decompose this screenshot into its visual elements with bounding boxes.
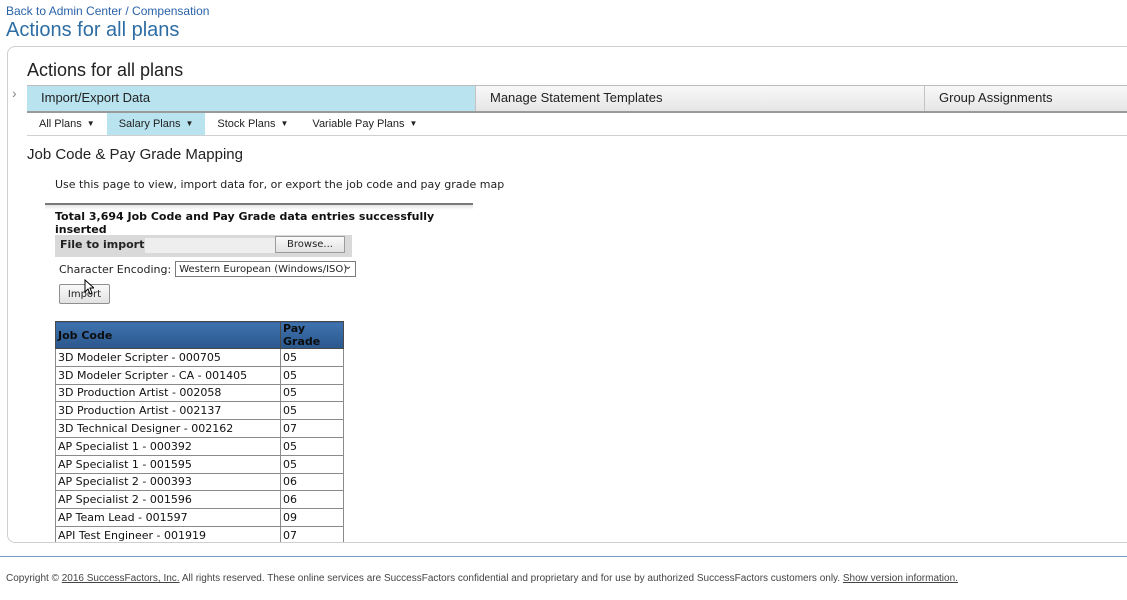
encoding-select[interactable]: Western European (Windows/ISO) ⌄	[175, 261, 357, 277]
pay-grade-cell: 05	[280, 383, 344, 403]
success-message: Total 3,694 Job Code and Pay Grade data …	[45, 203, 473, 236]
encoding-value: Western European (Windows/ISO)	[179, 263, 348, 275]
chevron-right-icon[interactable]: ›	[12, 85, 17, 101]
table-row[interactable]: AP Specialist 1 - 000392 05	[55, 436, 344, 456]
subnav-variable-pay-plans[interactable]: Variable Pay Plans ▼	[300, 113, 429, 135]
table-header-row: Job Code Pay Grade	[55, 321, 344, 349]
rights-text: All rights reserved. These online servic…	[181, 573, 841, 584]
chevron-down-icon: ⌄	[343, 261, 353, 272]
table-row[interactable]: AP Specialist 2 - 001596 06	[55, 490, 344, 510]
table-row[interactable]: 3D Modeler Scripter - CA - 001405 05	[55, 365, 344, 385]
plan-subnav: All Plans ▼ Salary Plans ▼ Stock Plans ▼ Va…	[27, 113, 1127, 136]
file-import-label: File to import:	[60, 238, 149, 251]
section-title: Job Code & Pay Grade Mapping	[27, 146, 243, 163]
panel-title: Actions for all plans	[27, 60, 184, 80]
table-row[interactable]: API Test Engineer - 001919 07	[55, 525, 344, 542]
tab-group-assignments[interactable]: Group Assignments	[925, 86, 1127, 111]
page-description: Use this page to view, import data for, …	[55, 178, 505, 191]
subnav-label: Variable Pay Plans	[312, 118, 405, 130]
show-version-link[interactable]: Show version information.	[843, 573, 958, 584]
footer-divider	[0, 556, 1127, 557]
pay-grade-cell: 06	[280, 472, 344, 492]
caret-down-icon: ▼	[185, 119, 194, 128]
company-link[interactable]: 2016 SuccessFactors, Inc.	[62, 573, 180, 584]
pay-grade-cell: 05	[280, 454, 344, 474]
job-code-table-container[interactable]: Job Code Pay Grade 3D Modeler Scripter -…	[55, 321, 344, 542]
subnav-salary-plans[interactable]: Salary Plans ▼	[106, 113, 206, 135]
breadcrumb-link[interactable]: Back to Admin Center / Compensation	[6, 4, 209, 18]
job-code-cell: AP Team Lead - 001597	[55, 508, 281, 527]
subnav-stock-plans[interactable]: Stock Plans ▼	[205, 113, 300, 135]
column-header-pay-grade[interactable]: Pay Grade	[280, 321, 344, 349]
file-path-input[interactable]	[145, 238, 275, 253]
pay-grade-cell: 05	[280, 401, 344, 421]
pay-grade-cell: 05	[280, 348, 344, 367]
mouse-pointer-icon	[84, 279, 94, 295]
job-code-cell: 3D Modeler Scripter - 000705	[55, 348, 281, 367]
job-code-cell: AP Specialist 1 - 001595	[55, 454, 281, 474]
table-row[interactable]: AP Team Lead - 001597 09	[55, 508, 344, 527]
file-import-row: File to import: Browse...	[55, 235, 352, 257]
caret-down-icon: ▼	[86, 119, 95, 128]
pay-grade-cell: 07	[280, 525, 344, 542]
job-code-cell: 3D Modeler Scripter - CA - 001405	[55, 365, 281, 385]
job-code-table: Job Code Pay Grade 3D Modeler Scripter -…	[55, 321, 344, 542]
job-code-cell: 3D Production Artist - 002058	[55, 383, 281, 403]
pay-grade-cell: 09	[280, 508, 344, 527]
tab-manage-statement-templates[interactable]: Manage Statement Templates	[476, 86, 925, 111]
footer: Copyright © 2016 SuccessFactors, Inc. Al…	[6, 573, 958, 584]
subnav-label: Stock Plans	[217, 118, 276, 130]
job-code-cell: 3D Production Artist - 002137	[55, 401, 281, 421]
table-row[interactable]: 3D Technical Designer - 002162 07	[55, 419, 344, 438]
table-row[interactable]: AP Specialist 1 - 001595 05	[55, 454, 344, 474]
job-code-cell: AP Specialist 2 - 000393	[55, 472, 281, 492]
pay-grade-cell: 05	[280, 365, 344, 385]
pay-grade-cell: 06	[280, 490, 344, 510]
actions-panel: Actions for all plans › Import/Export Da…	[7, 46, 1127, 543]
subnav-label: Salary Plans	[118, 118, 181, 130]
table-row[interactable]: 3D Modeler Scripter - 000705 05	[55, 348, 344, 367]
job-code-cell: AP Specialist 1 - 000392	[55, 436, 281, 456]
encoding-label: Character Encoding:	[59, 262, 172, 276]
main-tabs: Import/Export Data Manage Statement Temp…	[27, 85, 1127, 113]
subnav-label: All Plans	[39, 118, 82, 130]
job-code-cell: API Test Engineer - 001919	[55, 525, 281, 542]
subnav-all-plans[interactable]: All Plans ▼	[27, 113, 107, 135]
job-code-cell: 3D Technical Designer - 002162	[55, 419, 281, 438]
pay-grade-cell: 05	[280, 436, 344, 456]
encoding-row: Character Encoding: Western European (Wi…	[59, 261, 357, 277]
tab-import-export[interactable]: Import/Export Data	[27, 86, 476, 111]
caret-down-icon: ▼	[280, 119, 289, 128]
browse-button[interactable]: Browse...	[275, 236, 345, 253]
page-title: Actions for all plans	[6, 19, 180, 41]
table-row[interactable]: 3D Production Artist - 002058 05	[55, 383, 344, 403]
column-header-job-code[interactable]: Job Code	[55, 321, 281, 349]
pay-grade-cell: 07	[280, 419, 344, 438]
job-code-cell: AP Specialist 2 - 001596	[55, 490, 281, 510]
copyright-prefix: Copyright ©	[6, 573, 59, 584]
table-row[interactable]: 3D Production Artist - 002137 05	[55, 401, 344, 421]
table-body: 3D Modeler Scripter - 000705 05 3D Modeler…	[55, 348, 344, 542]
table-row[interactable]: AP Specialist 2 - 000393 06	[55, 472, 344, 492]
caret-down-icon: ▼	[409, 119, 418, 128]
